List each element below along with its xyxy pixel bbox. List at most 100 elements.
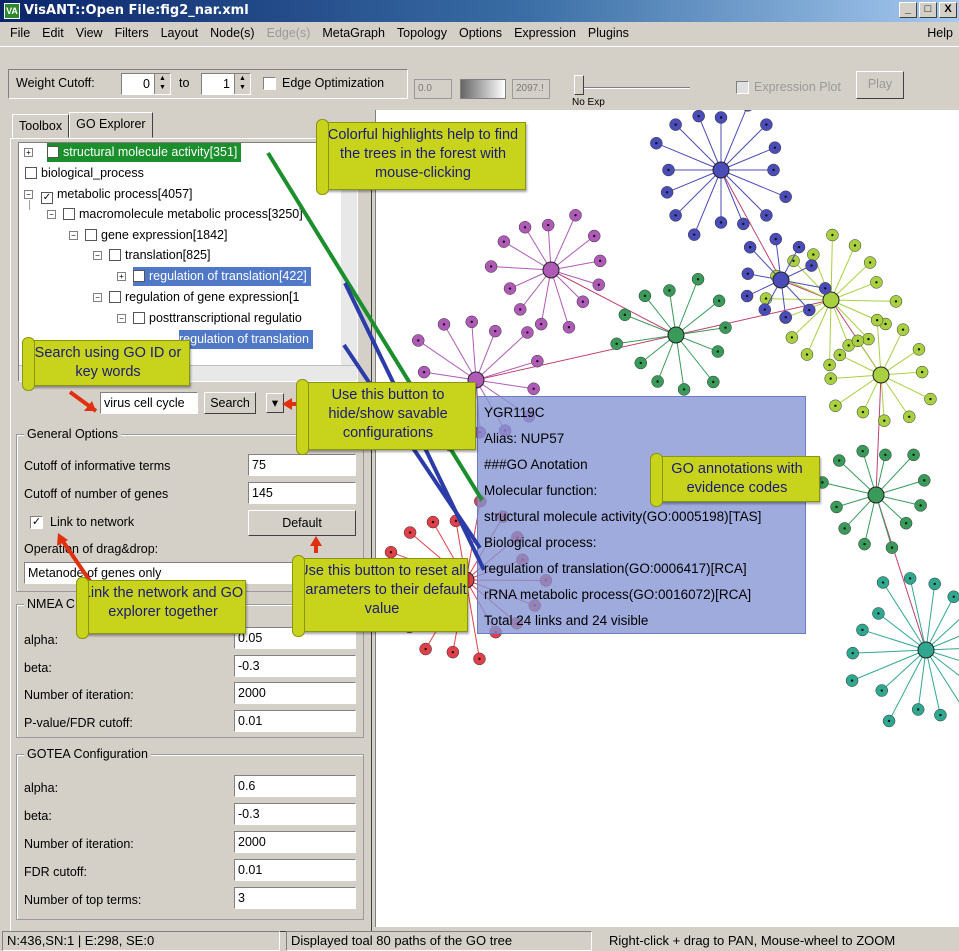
node-cluster[interactable] (845, 572, 959, 728)
maximize-button[interactable]: □ (919, 2, 937, 18)
tree-checkbox[interactable] (133, 270, 145, 282)
tab-go-explorer[interactable]: GO Explorer (69, 112, 153, 138)
gotea-beta-input[interactable]: -0.3 (234, 803, 356, 825)
toolbar: Weight Cutoff: 0 ▲ ▼ to 1 ▲ ▼ Edge Optimiz… (0, 46, 959, 108)
app-logo-icon: VA (4, 3, 20, 19)
menu-nodes[interactable]: Node(s) (204, 26, 260, 40)
nmea-pvalue-input[interactable]: 0.01 (234, 710, 356, 732)
tree-node-gene-expression[interactable]: gene expression[1842] (85, 226, 227, 245)
network-edge (881, 649, 927, 691)
expression-plot-checkbox[interactable] (736, 81, 749, 94)
menu-layout[interactable]: Layout (155, 26, 205, 40)
tree-checkbox[interactable] (85, 229, 97, 241)
collapse-icon[interactable]: − (24, 190, 33, 199)
node-dot (454, 519, 458, 523)
tree-checkbox[interactable] (63, 208, 75, 220)
collapse-icon[interactable]: − (117, 314, 126, 323)
spinner-arrows-icon[interactable]: ▲ ▼ (234, 74, 250, 94)
collapse-icon[interactable]: − (69, 231, 78, 240)
tree-checkbox[interactable] (109, 249, 121, 261)
gotea-fdr-input[interactable]: 0.01 (234, 859, 356, 881)
expression-slider-thumb[interactable] (574, 75, 584, 95)
tree-checkbox[interactable]: ✓ (41, 192, 53, 204)
node-dot (682, 388, 686, 391)
tree-checkbox[interactable] (109, 291, 121, 303)
spinner-arrows-icon[interactable]: ▲ ▼ (154, 74, 170, 94)
gotea-top-terms-input[interactable]: 3 (234, 887, 356, 909)
node-dot (867, 337, 870, 341)
node-dot (824, 287, 827, 290)
node-cluster[interactable] (824, 313, 937, 427)
tree-checkbox[interactable] (25, 167, 37, 179)
network-edge (925, 619, 959, 651)
collapse-icon[interactable]: − (93, 293, 102, 302)
menu-filters[interactable]: Filters (109, 26, 155, 40)
menu-metagraph[interactable]: MetaGraph (316, 26, 391, 40)
node-dot (861, 410, 865, 414)
gotea-alpha-input[interactable]: 0.6 (234, 775, 356, 797)
search-input[interactable]: virus cell cycle (100, 392, 198, 414)
menu-topology[interactable]: Topology (391, 26, 453, 40)
tree-node-biological-process[interactable]: biological_process (25, 164, 144, 183)
menu-plugins[interactable]: Plugins (582, 26, 635, 40)
search-button[interactable]: Search (204, 392, 256, 414)
tree-checkbox[interactable] (47, 146, 59, 158)
close-button[interactable]: X (939, 2, 957, 18)
weight-to-spinner[interactable]: 1 ▲ ▼ (201, 73, 251, 95)
node-dot (431, 520, 435, 524)
node-cluster[interactable] (816, 444, 931, 554)
node-dot (919, 504, 922, 507)
node-dot (408, 531, 412, 534)
toggle-configurations-button[interactable]: ▾ (266, 393, 284, 413)
weight-from-spinner[interactable]: 0 ▲ ▼ (121, 73, 171, 95)
nmea-beta-input[interactable]: -0.3 (234, 655, 356, 677)
node-dot (693, 233, 696, 236)
minimize-button[interactable]: _ (899, 2, 917, 18)
node-cluster[interactable] (650, 110, 792, 241)
nmea-iteration-input[interactable]: 2000 (234, 682, 356, 704)
tree-node-label: translation[825] (125, 248, 211, 262)
tree-node-macromolecule-metabolic[interactable]: macromolecule metabolic process[3250] (63, 205, 303, 224)
tree-node-posttranscriptional[interactable]: posttranscriptional regulatio (133, 309, 302, 328)
menu-expression[interactable]: Expression (508, 26, 582, 40)
tree-node-label: regulation of translation[422] (149, 269, 307, 283)
node-cluster[interactable] (759, 228, 903, 372)
node-cluster[interactable] (484, 208, 607, 334)
edge-optimization-checkbox[interactable] (263, 77, 276, 90)
tree-node-regulation-of-translation-2[interactable]: regulation of translation (179, 330, 313, 349)
tree-node-translation[interactable]: translation[825] (109, 246, 210, 265)
tree-checkbox[interactable] (133, 312, 145, 324)
expand-icon[interactable]: + (24, 148, 33, 157)
tree-node-metabolic-process[interactable]: ✓ metabolic process[4057] (41, 185, 193, 204)
default-button[interactable]: Default (248, 510, 356, 536)
status-bar: N:436,SN:1 | E:298, SE:0 Displayed toal … (0, 929, 959, 951)
nmea-title: NMEA C (24, 597, 78, 611)
link-to-network-checkbox[interactable]: ✓ (30, 516, 43, 529)
play-button[interactable]: Play (856, 71, 904, 99)
menu-help[interactable]: Help (927, 26, 953, 40)
node-dot (597, 283, 600, 286)
menu-options[interactable]: Options (453, 26, 508, 40)
node-dot (772, 168, 775, 172)
tree-node-regulation-gene-expression[interactable]: regulation of gene expression[1 (109, 288, 299, 307)
gotea-iteration-input[interactable]: 2000 (234, 831, 356, 853)
menu-view[interactable]: View (70, 26, 109, 40)
status-hint: Right-click + drag to PAN, Mouse-wheel t… (609, 933, 896, 948)
annotation-hide-show: Use this button to hide/show savable con… (296, 379, 476, 455)
node-dot (952, 595, 955, 598)
node-dot (929, 397, 932, 401)
hub-node (917, 641, 935, 659)
number-of-genes-input[interactable]: 145 (248, 482, 356, 504)
informative-terms-input[interactable]: 75 (248, 454, 356, 476)
menu-edit[interactable]: Edit (36, 26, 70, 40)
node-dot (539, 322, 543, 326)
tab-toolbox[interactable]: Toolbox (12, 114, 70, 138)
collapse-icon[interactable]: − (93, 251, 102, 260)
expression-slider-track[interactable] (574, 87, 690, 89)
tree-node-regulation-of-translation[interactable]: regulation of translation[422] (133, 267, 311, 286)
node-cluster[interactable] (610, 272, 732, 396)
menu-file[interactable]: File (4, 26, 36, 40)
collapse-icon[interactable]: − (47, 210, 56, 219)
expand-icon[interactable]: + (117, 272, 126, 281)
tree-node-structural-molecule-activity[interactable]: structural molecule activity[351] (47, 143, 242, 162)
